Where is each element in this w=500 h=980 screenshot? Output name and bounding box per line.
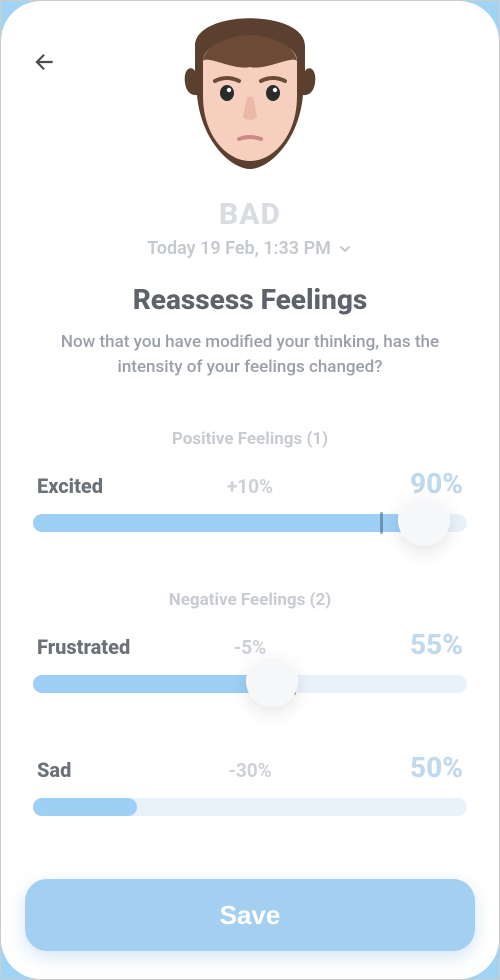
avatar xyxy=(165,1,335,191)
feeling-row-frustrated: Frustrated -5% 55% xyxy=(33,628,467,661)
slider-tick xyxy=(380,512,383,534)
feeling-delta: -5% xyxy=(179,636,321,659)
feeling-row-excited: Excited +10% 90% xyxy=(33,467,467,500)
page-title: Reassess Feelings xyxy=(33,283,467,316)
slider-fill xyxy=(33,798,137,816)
slider-sad[interactable] xyxy=(33,794,467,820)
screen-card: BAD Today 19 Feb, 1:33 PM Reassess Feeli… xyxy=(1,1,499,979)
slider-thumb[interactable] xyxy=(246,655,298,707)
negative-section-label: Negative Feelings (2) xyxy=(33,590,467,610)
feeling-value: 55% xyxy=(321,628,463,661)
date-text: Today 19 Feb, 1:33 PM xyxy=(147,238,331,259)
date-dropdown[interactable]: Today 19 Feb, 1:33 PM xyxy=(33,238,467,259)
slider-fill xyxy=(33,675,272,693)
arrow-left-icon xyxy=(31,49,57,75)
feeling-value: 50% xyxy=(321,751,463,784)
slider-excited[interactable] xyxy=(33,510,467,536)
slider-frustrated[interactable] xyxy=(33,671,467,697)
save-button[interactable]: Save xyxy=(25,879,475,951)
feeling-value: 90% xyxy=(321,467,463,500)
feeling-name: Sad xyxy=(37,758,179,782)
slider-thumb[interactable] xyxy=(398,494,450,546)
avatar-face-icon xyxy=(165,1,335,191)
slider-fill xyxy=(33,514,424,532)
positive-section-label: Positive Feelings (1) xyxy=(33,429,467,449)
page-subtitle: Now that you have modified your thinking… xyxy=(41,330,459,379)
save-area: Save xyxy=(1,857,499,979)
mood-label: BAD xyxy=(33,197,467,232)
chevron-down-icon xyxy=(337,238,353,259)
feeling-name: Excited xyxy=(37,474,179,498)
feeling-delta: +10% xyxy=(179,475,321,498)
feeling-row-sad: Sad -30% 50% xyxy=(33,751,467,784)
feeling-delta: -30% xyxy=(179,759,321,782)
back-button[interactable] xyxy=(31,49,57,75)
feeling-name: Frustrated xyxy=(37,635,179,659)
